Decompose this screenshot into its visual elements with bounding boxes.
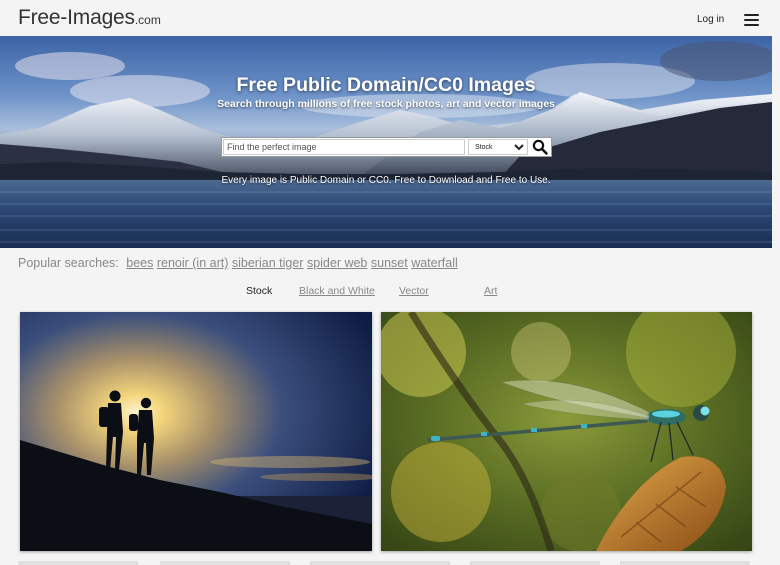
popular-searches: Popular searches: bees renoir (in art) s… [18, 256, 458, 270]
tab-vector[interactable]: Vector [399, 285, 429, 297]
popular-search-link[interactable]: renoir (in art) [157, 256, 229, 270]
hero-tagline: Every image is Public Domain or CC0. Fre… [221, 175, 551, 186]
logo-text: Free-Images [18, 6, 135, 29]
search-button[interactable] [532, 139, 549, 155]
popular-search-link[interactable]: sunset [371, 256, 408, 270]
tab-art[interactable]: Art [484, 285, 497, 297]
hero-subtitle: Search through millions of free stock ph… [217, 98, 555, 110]
hero-title: Free Public Domain/CC0 Images [236, 74, 536, 96]
popular-search-link[interactable]: siberian tiger [232, 256, 304, 270]
photo-card-hikers[interactable] [20, 312, 372, 551]
hikers-silhouette-image [20, 312, 372, 551]
site-header: Free-Images.com Log in [0, 0, 780, 36]
logo-tld: .com [134, 13, 161, 27]
popular-searches-label: Popular searches: [18, 256, 119, 270]
photo-card-damselfly[interactable] [381, 312, 752, 551]
popular-search-link[interactable]: waterfall [411, 256, 458, 270]
popular-search-link[interactable]: bees [126, 256, 153, 270]
next-row-preview [0, 561, 780, 565]
search-input[interactable] [223, 139, 465, 155]
login-link[interactable]: Log in [697, 14, 724, 25]
image-type-select[interactable]: Stock [468, 139, 528, 155]
site-logo[interactable]: Free-Images.com [18, 6, 161, 30]
damselfly-image [381, 312, 752, 551]
popular-search-link[interactable]: spider web [307, 256, 367, 270]
hamburger-menu-icon[interactable] [744, 14, 759, 26]
search-bar: Stock [221, 137, 552, 157]
hero-banner: Free Public Domain/CC0 Images Search thr… [0, 36, 772, 248]
tab-stock[interactable]: Stock [246, 285, 272, 297]
tab-black-and-white[interactable]: Black and White [299, 285, 375, 297]
search-icon [532, 139, 548, 155]
